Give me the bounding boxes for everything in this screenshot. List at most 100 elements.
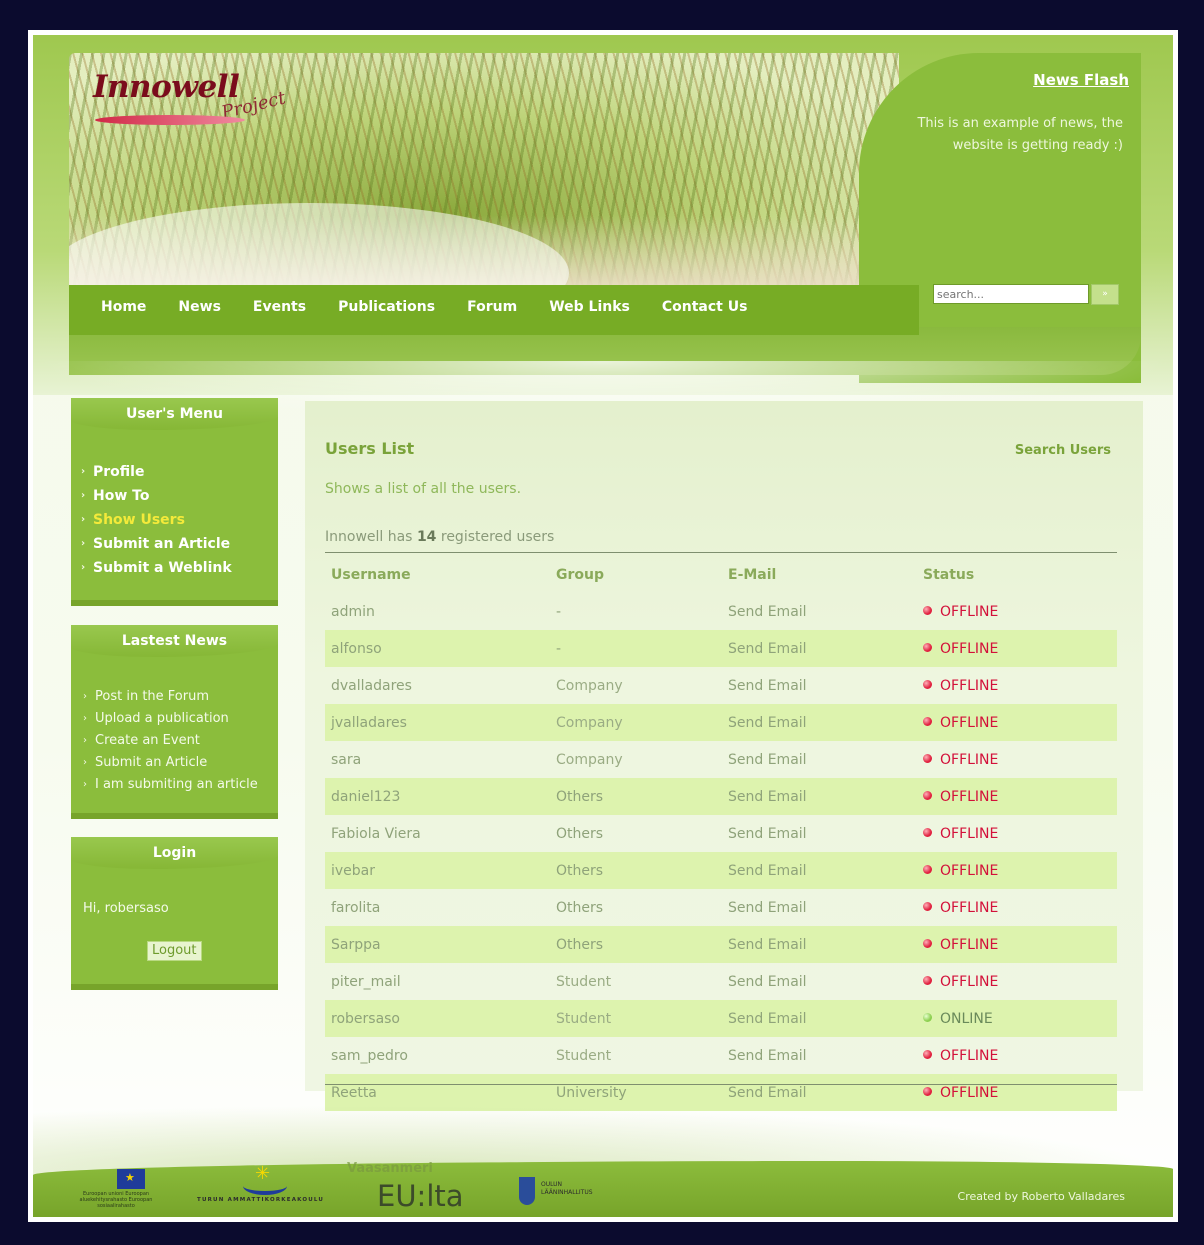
send-email-link[interactable]: Send Email bbox=[722, 926, 917, 963]
logout-button[interactable]: Logout bbox=[147, 941, 202, 961]
status-badge: OFFLINE bbox=[940, 640, 999, 657]
username-cell: farolita bbox=[331, 899, 381, 916]
offline-status-icon bbox=[923, 827, 932, 837]
eulta-main: EU:lta bbox=[377, 1179, 464, 1213]
send-email-link[interactable]: Send Email bbox=[722, 1000, 917, 1037]
send-email-link[interactable]: Send Email bbox=[722, 630, 917, 667]
table-row: piter_mail Student Send Email OFFLINE bbox=[325, 963, 1117, 1000]
nav-news[interactable]: News bbox=[178, 299, 220, 315]
status-badge: OFFLINE bbox=[940, 1047, 999, 1064]
count-value: 14 bbox=[416, 529, 437, 545]
offline-status-icon bbox=[923, 864, 932, 874]
news-flash-title[interactable]: News Flash bbox=[1033, 71, 1129, 89]
menu-item-profile[interactable]: Profile bbox=[71, 460, 278, 484]
count-prefix: Innowell has bbox=[325, 529, 413, 545]
username-cell: admin bbox=[331, 603, 375, 620]
status-badge: ONLINE bbox=[940, 1010, 993, 1027]
footer: Euroopan unioni Euroopan aluekehitysraha… bbox=[33, 1161, 1173, 1217]
username-cell: sam_pedro bbox=[331, 1047, 408, 1064]
send-email-link[interactable]: Send Email bbox=[722, 852, 917, 889]
latest-news-list: Post in the Forum Upload a publication C… bbox=[71, 686, 278, 796]
login-foot bbox=[71, 984, 278, 990]
username-cell: sara bbox=[331, 751, 362, 768]
eu-caption: Euroopan unioni Euroopan aluekehitysraha… bbox=[79, 1191, 153, 1209]
group-cell: - bbox=[550, 630, 722, 667]
page-description: Shows a list of all the users. bbox=[325, 481, 522, 497]
nav-web-links[interactable]: Web Links bbox=[549, 299, 630, 315]
news-item[interactable]: Post in the Forum bbox=[71, 686, 278, 708]
status-cell: OFFLINE bbox=[917, 593, 1117, 630]
nav-contact-us[interactable]: Contact Us bbox=[662, 299, 748, 315]
news-item[interactable]: Upload a publication bbox=[71, 708, 278, 730]
status-cell: OFFLINE bbox=[917, 926, 1117, 963]
menu-item-how-to[interactable]: How To bbox=[71, 484, 278, 508]
send-email-link[interactable]: Send Email bbox=[722, 704, 917, 741]
oulu-line2: LÄÄNINHALLITUS bbox=[541, 1189, 593, 1196]
send-email-link[interactable]: Send Email bbox=[722, 667, 917, 704]
table-row: Fabiola Viera Others Send Email OFFLINE bbox=[325, 815, 1117, 852]
status-badge: OFFLINE bbox=[940, 714, 999, 731]
status-cell: OFFLINE bbox=[917, 1037, 1117, 1074]
login-greeting: Hi, robersaso bbox=[83, 901, 169, 916]
page-frame: Innowell Project News Flash This is an e… bbox=[28, 30, 1178, 1222]
page-title: Users List bbox=[325, 439, 415, 458]
menu-item-show-users[interactable]: Show Users bbox=[71, 508, 278, 532]
col-group: Group bbox=[556, 567, 605, 583]
username-cell: alfonso bbox=[325, 630, 550, 667]
table-row: daniel123 Others Send Email OFFLINE bbox=[325, 778, 1117, 815]
send-email-link[interactable]: Send Email bbox=[722, 593, 917, 630]
offline-status-icon bbox=[923, 901, 932, 911]
send-email-link[interactable]: Send Email bbox=[722, 889, 917, 926]
table-row: ivebar Others Send Email OFFLINE bbox=[325, 852, 1117, 889]
offline-status-icon bbox=[923, 1086, 932, 1096]
news-item[interactable]: I am submiting an article bbox=[71, 774, 278, 796]
status-cell: OFFLINE bbox=[917, 852, 1117, 889]
table-row: sam_pedro Student Send Email OFFLINE bbox=[325, 1037, 1117, 1074]
nav-home[interactable]: Home bbox=[101, 299, 146, 315]
group-cell: Company bbox=[556, 677, 623, 694]
menu-item-submit-article[interactable]: Submit an Article bbox=[71, 532, 278, 556]
offline-status-icon bbox=[923, 716, 932, 726]
send-email-link[interactable]: Send Email bbox=[722, 963, 917, 1000]
turku-name: TURUN AMMATTIKORKEAKOULU bbox=[197, 1197, 325, 1203]
search-input[interactable] bbox=[933, 284, 1089, 304]
site-logo[interactable]: Innowell Project bbox=[93, 69, 288, 139]
status-badge: OFFLINE bbox=[940, 603, 999, 620]
username-cell: piter_mail bbox=[331, 973, 401, 990]
status-badge: OFFLINE bbox=[940, 899, 999, 916]
nav-publications[interactable]: Publications bbox=[338, 299, 435, 315]
username-cell: dvalladares bbox=[331, 677, 412, 694]
table-header-row: Username Group E-Mail Status bbox=[325, 557, 1117, 593]
group-cell: Others bbox=[550, 778, 722, 815]
search-button[interactable]: » bbox=[1091, 284, 1119, 305]
status-badge: OFFLINE bbox=[940, 788, 999, 805]
users-menu-box: User's Menu Profile How To Show Users Su… bbox=[71, 398, 278, 606]
table-bottom-border bbox=[325, 1084, 1117, 1085]
username-cell: ivebar bbox=[325, 852, 550, 889]
status-cell: OFFLINE bbox=[917, 889, 1117, 926]
menu-item-submit-weblink[interactable]: Submit a Weblink bbox=[71, 556, 278, 580]
send-email-link[interactable]: Send Email bbox=[722, 1037, 917, 1074]
status-cell: OFFLINE bbox=[917, 704, 1117, 741]
turku-logo: ✳ TURUN AMMATTIKORKEAKOULU bbox=[197, 1163, 337, 1215]
send-email-link[interactable]: Send Email bbox=[722, 778, 917, 815]
news-item[interactable]: Create an Event bbox=[71, 730, 278, 752]
oulu-line1: OULUN bbox=[541, 1181, 563, 1188]
offline-status-icon bbox=[923, 790, 932, 800]
send-email-link[interactable]: Send Email bbox=[722, 741, 917, 778]
group-cell: Student bbox=[550, 1000, 722, 1037]
eu-logo: Euroopan unioni Euroopan aluekehitysraha… bbox=[73, 1169, 159, 1213]
users-table-body: admin - Send Email OFFLINE alfonso - Send Emai… bbox=[325, 593, 1117, 1111]
table-row: sara Company Send Email OFFLINE bbox=[325, 741, 1117, 778]
turku-arc bbox=[243, 1177, 287, 1195]
table-row: jvalladares Company Send Email OFFLINE bbox=[325, 704, 1117, 741]
group-cell: Company bbox=[550, 704, 722, 741]
search-users-link[interactable]: Search Users bbox=[1015, 443, 1111, 458]
nav-events[interactable]: Events bbox=[253, 299, 306, 315]
send-email-link[interactable]: Send Email bbox=[722, 815, 917, 852]
registered-count: Innowell has 14 registered users bbox=[325, 529, 554, 545]
news-item[interactable]: Submit an Article bbox=[71, 752, 278, 774]
username-cell: daniel123 bbox=[325, 778, 550, 815]
online-status-icon bbox=[923, 1012, 932, 1022]
nav-forum[interactable]: Forum bbox=[467, 299, 517, 315]
